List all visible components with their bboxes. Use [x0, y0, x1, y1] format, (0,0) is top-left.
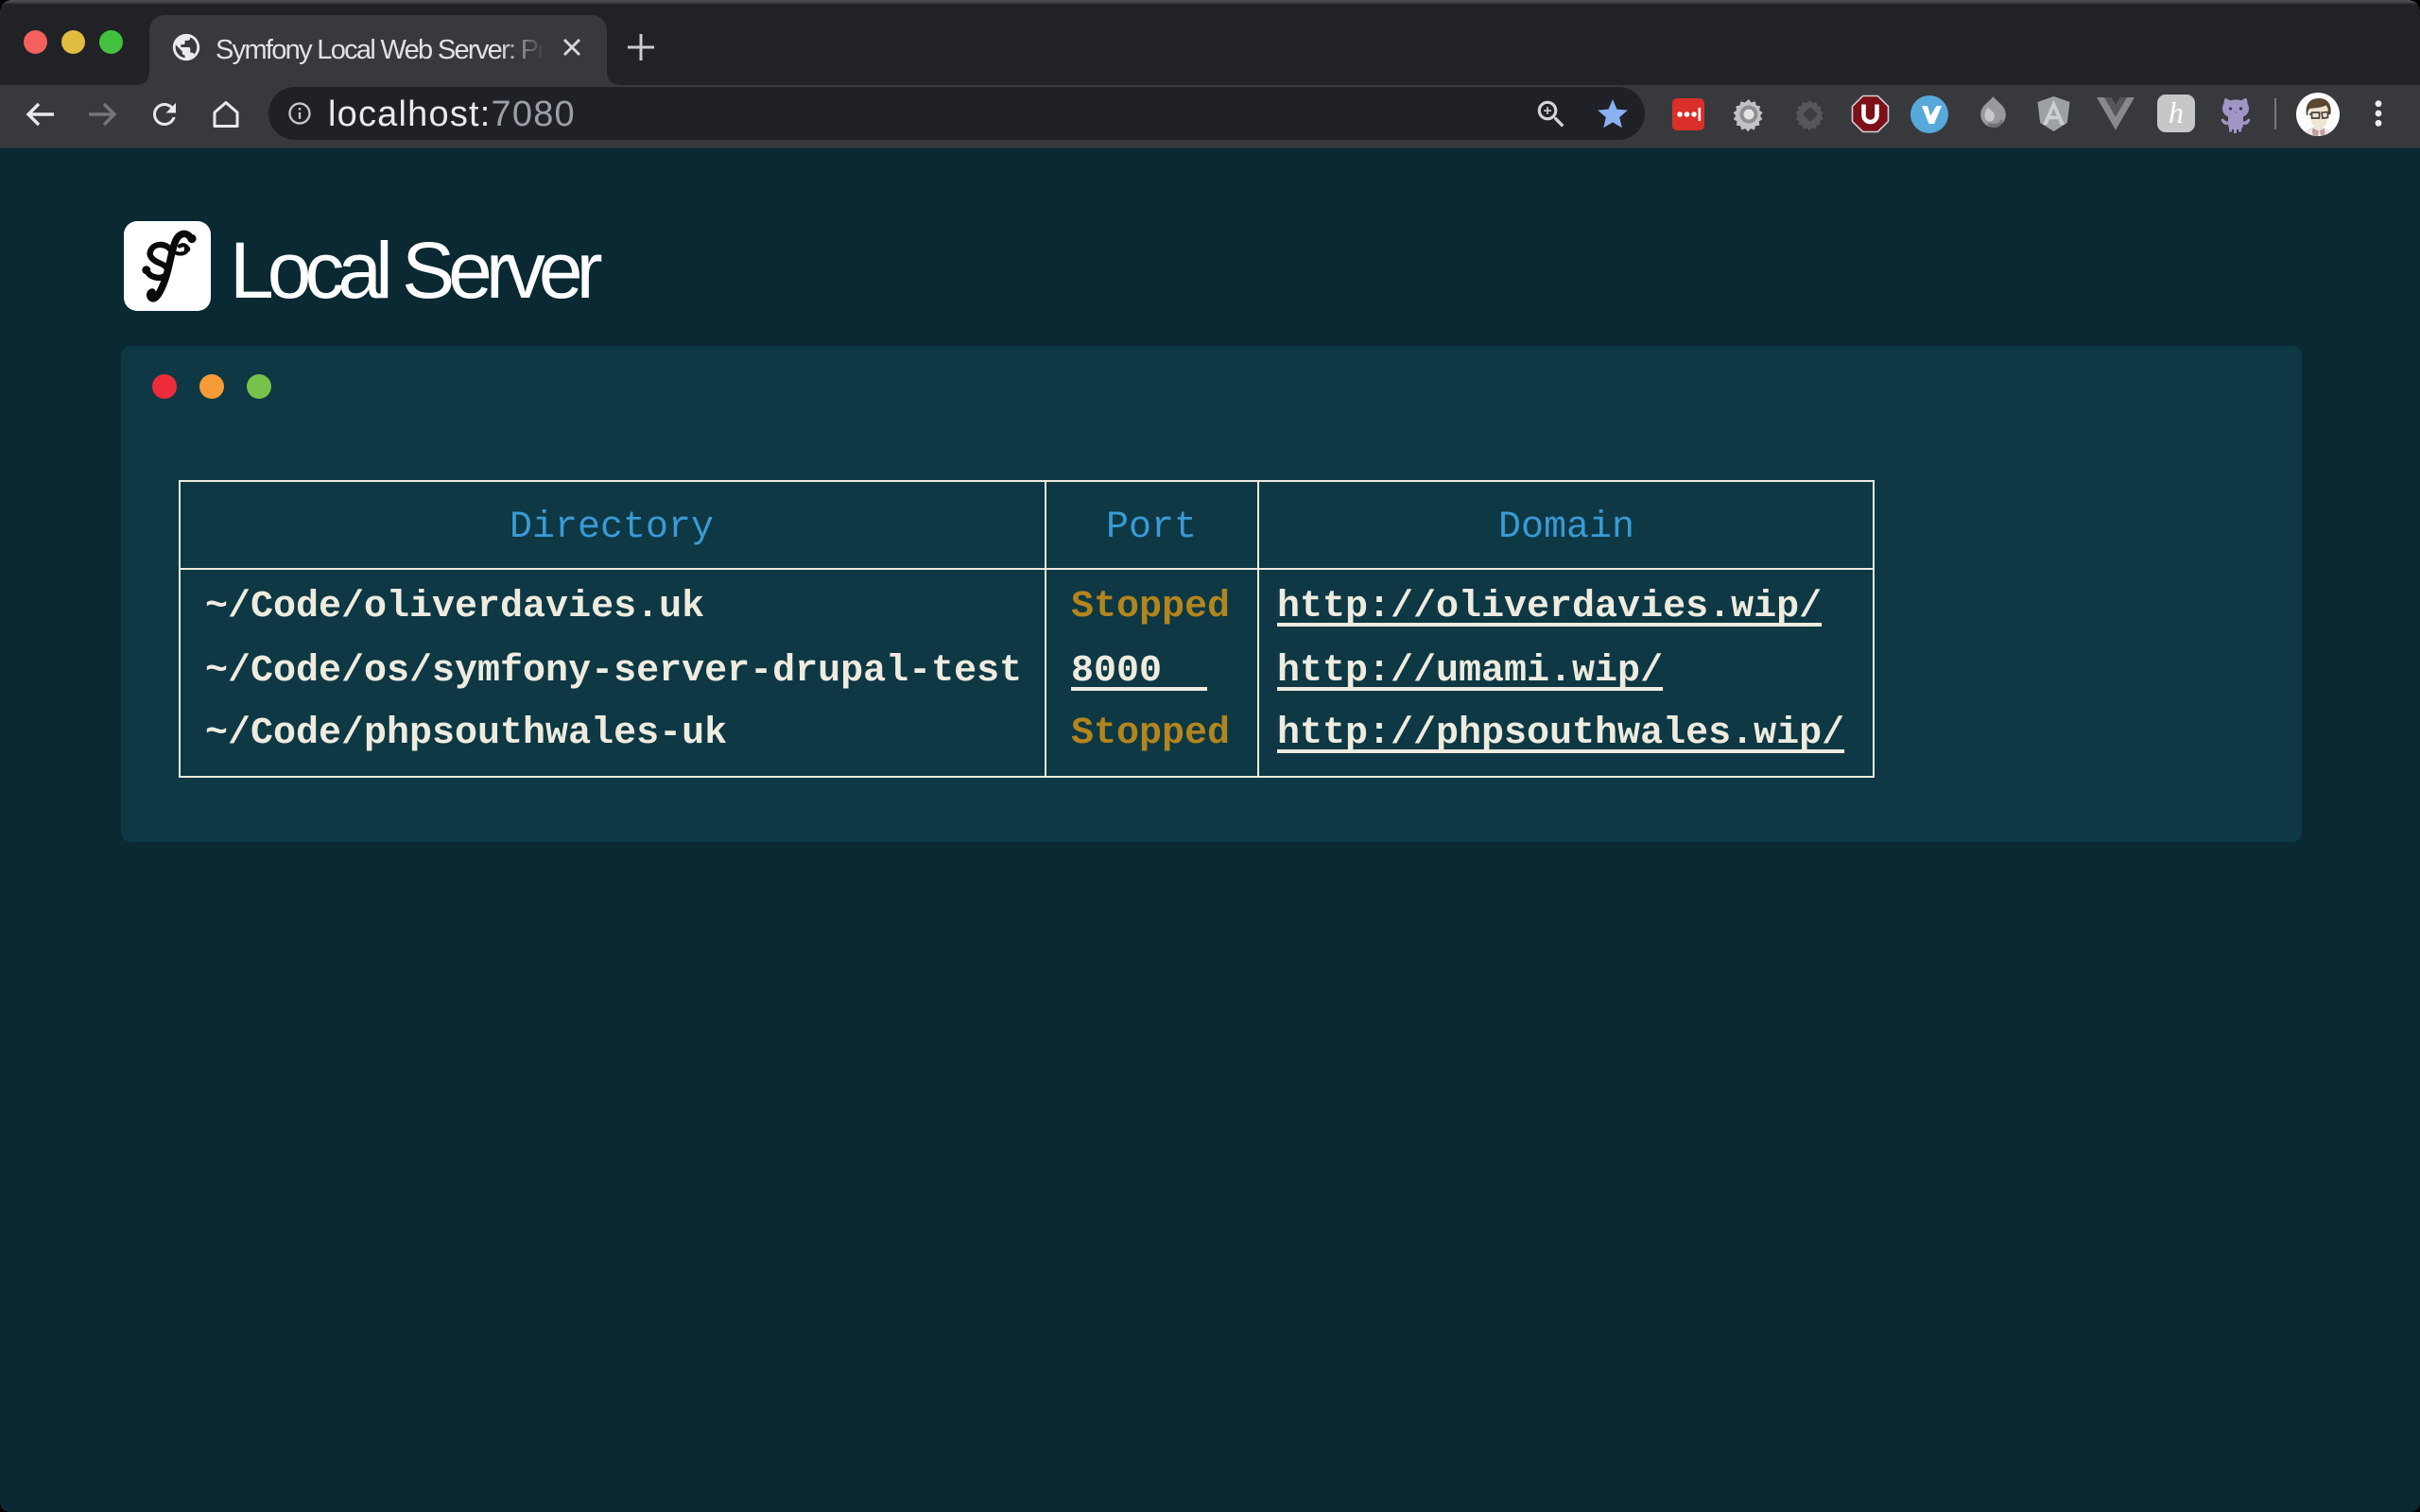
svg-text:h: h [2169, 95, 2184, 129]
